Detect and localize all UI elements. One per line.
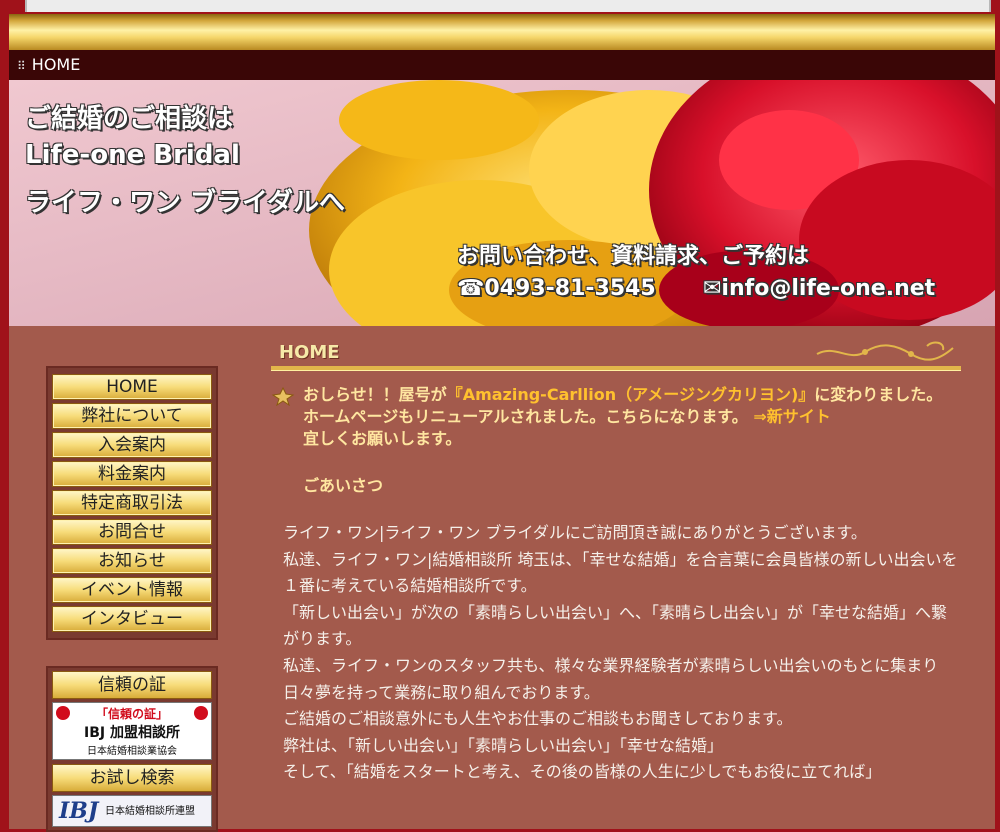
banner-line1: ご結婚のご相談は bbox=[25, 104, 234, 134]
trust-box: 信頼の証 「信頼の証」 IBJ 加盟相談所 日本結婚相談業協会 お試し検索 IB… bbox=[46, 666, 218, 832]
menu-item-news[interactable]: お知らせ bbox=[52, 548, 212, 574]
ibj-search-text: 日本結婚相談所連盟 bbox=[105, 806, 195, 817]
menu-item-contact[interactable]: お問合せ bbox=[52, 519, 212, 545]
section-heading: HOME bbox=[271, 336, 961, 370]
banner-line2: Life-one Bridal bbox=[25, 140, 240, 170]
greeting-paragraph: 私達、ライフ・ワン|結婚相談所 埼玉は、「幸せな結婚」を合言葉に会員皆様の新しい… bbox=[283, 549, 958, 596]
ibj-badge-line2: IBJ 加盟相談所 bbox=[84, 725, 180, 741]
greeting-body: ライフ・ワン|ライフ・ワン ブライダルにご訪問頂き誠にありがとうございます。 私… bbox=[271, 520, 961, 786]
grip-icon: ⠿ bbox=[17, 59, 26, 73]
header-banner: ご結婚のご相談は Life-one Bridal ライフ・ワン ブライダルへ お… bbox=[9, 80, 995, 326]
sidebar-menu: HOME 弊社について 入会案内 料金案内 特定商取引法 お問合せ お知らせ イ… bbox=[46, 366, 218, 640]
menu-item-admission[interactable]: 入会案内 bbox=[52, 432, 212, 458]
rose-icon bbox=[194, 706, 208, 720]
new-site-link[interactable]: ⇒新サイト bbox=[753, 407, 830, 426]
top-strip bbox=[0, 0, 1000, 14]
greeting-paragraph: 「新しい出会い」が次の「素晴らしい出会い」へ、「素晴らし出会い」が「幸せな結婚」… bbox=[283, 602, 948, 649]
banner-line3: ライフ・ワン ブライダルへ bbox=[25, 188, 346, 218]
ibj-badge-line1: 「信頼の証」 bbox=[95, 707, 168, 721]
banner-phone: ☎0493-81-3545 bbox=[457, 276, 656, 301]
header-gold-bar bbox=[9, 14, 995, 50]
section-heading-title: HOME bbox=[279, 342, 340, 363]
ibj-search-banner[interactable]: IBJ 日本結婚相談所連盟 bbox=[52, 795, 212, 827]
menu-item-about[interactable]: 弊社について bbox=[52, 403, 212, 429]
trial-search-heading: お試し検索 bbox=[52, 764, 212, 792]
ibj-badge-line3: 日本結婚相談業協会 bbox=[87, 746, 177, 757]
notice-renewal: ホームページもリニューアルされました。こちらになります。 bbox=[303, 407, 748, 426]
notice-regards: 宜しくお願いします。 bbox=[303, 429, 462, 448]
greeting-paragraph: ライフ・ワン|ライフ・ワン ブライダルにご訪問頂き誠にありがとうございます。 bbox=[283, 523, 867, 542]
breadcrumb-home[interactable]: HOME bbox=[32, 55, 81, 74]
menu-item-pricing[interactable]: 料金案内 bbox=[52, 461, 212, 487]
ornament-icon bbox=[816, 341, 954, 361]
greeting-paragraph: ご結婚のご相談意外にも人生やお仕事のご相談もお聞きしております。 bbox=[283, 709, 793, 729]
notice-prefix: おしらせ！！屋号が bbox=[303, 385, 447, 404]
breadcrumb: ⠿ HOME bbox=[9, 50, 995, 80]
menu-item-home[interactable]: HOME bbox=[52, 374, 212, 400]
banner-contact-line: お問い合わせ、資料請求、ご予約は bbox=[457, 244, 810, 269]
sidebar: HOME 弊社について 入会案内 料金案内 特定商取引法 お問合せ お知らせ イ… bbox=[46, 366, 218, 832]
ibj-logo: IBJ bbox=[59, 798, 99, 824]
greeting-paragraph: そして、「結婚をスタートと考え、その後の皆様の人生に少しでもお役に立てれば」 bbox=[283, 762, 882, 782]
greeting-paragraph: 私達、ライフ・ワンのスタッフ共も、様々な業界経験者が素晴らしい出会いのもとに集ま… bbox=[283, 655, 939, 702]
notice-block: おしらせ！！屋号が『Amazing-Carllion（アメージングカリヨン)』に… bbox=[271, 384, 961, 450]
trust-heading: 信頼の証 bbox=[52, 671, 212, 699]
main-content: HOME おしらせ！！屋号が『Amazing-Carllion（アメージングカリ… bbox=[271, 336, 961, 786]
notice-new-name: 『Amazing-Carllion（アメージングカリヨン)』 bbox=[446, 385, 815, 404]
menu-item-events[interactable]: イベント情報 bbox=[52, 577, 212, 603]
greeting-heading: ごあいさつ bbox=[303, 476, 384, 495]
rose-icon bbox=[56, 706, 70, 720]
flower-bullet-icon bbox=[271, 386, 295, 406]
banner-email: ✉info@life-one.net bbox=[703, 276, 936, 301]
notice-suffix: に変わりました。 bbox=[814, 385, 943, 404]
menu-item-interview[interactable]: インタビュー bbox=[52, 606, 212, 632]
ibj-badge-banner[interactable]: 「信頼の証」 IBJ 加盟相談所 日本結婚相談業協会 bbox=[52, 702, 212, 760]
greeting-paragraph: 弊社は、「新しい出会い」「素晴らしい出会い」「幸せな結婚」 bbox=[283, 735, 724, 755]
browser-strip bbox=[25, 0, 991, 12]
page-container: ⠿ HOME ご結婚のご相談は Life-one Bridal ライフ・ワン ブ… bbox=[9, 14, 995, 832]
menu-item-commercial-law[interactable]: 特定商取引法 bbox=[52, 490, 212, 516]
